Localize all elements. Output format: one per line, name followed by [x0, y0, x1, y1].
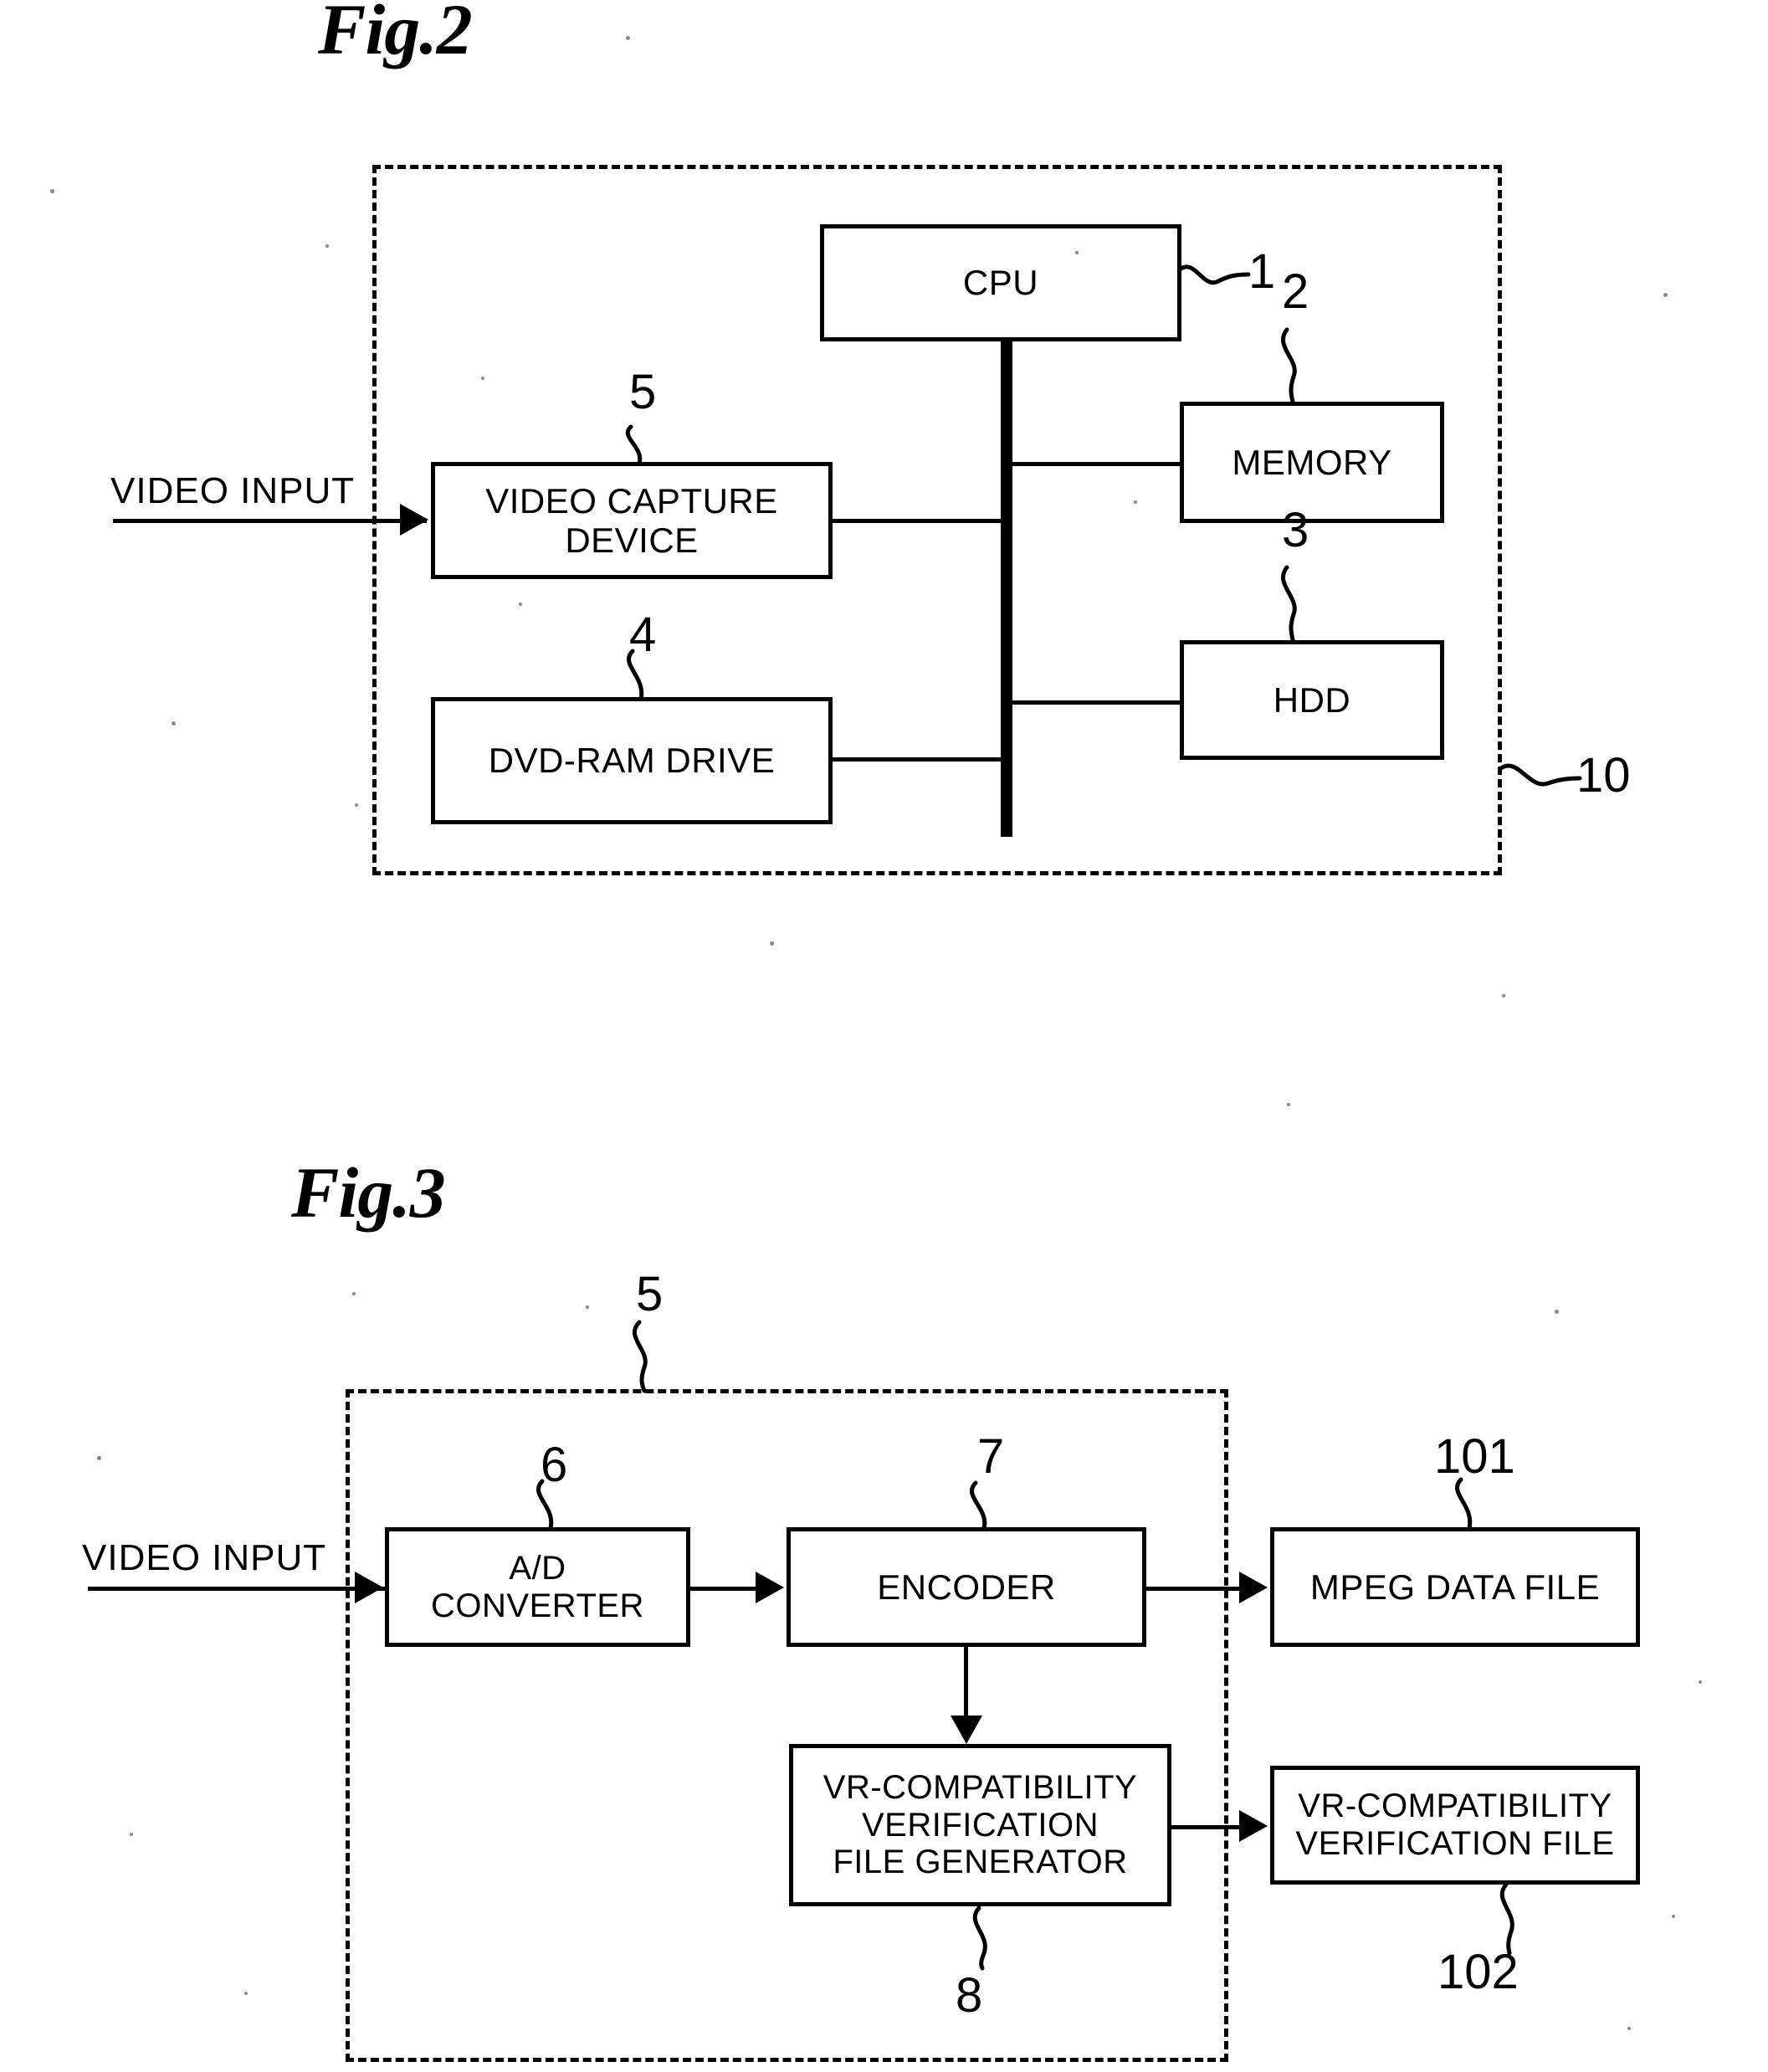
fig2-line-bus-to-memory — [1007, 462, 1183, 466]
fig3-ref-enclosure: 5 — [636, 1267, 664, 1321]
scan-speck — [352, 1292, 356, 1295]
fig2-ref-cpu: 1 — [1248, 244, 1276, 299]
fig3-ref-vr-verification-file: 102 — [1437, 1945, 1519, 1999]
scan-speck — [1287, 1103, 1290, 1106]
fig2-block-dvd-ram-drive: DVD-RAM DRIVE — [431, 697, 833, 824]
scan-speck — [50, 189, 54, 193]
fig3-block-vr-verification-file-generator: VR-COMPATIBILITY VERIFICATION FILE GENER… — [789, 1744, 1171, 1906]
scan-speck — [130, 1833, 133, 1836]
fig3-block-ad-converter: A/D CONVERTER — [385, 1527, 690, 1647]
scan-speck — [1627, 2027, 1631, 2030]
fig3-video-input-arrowhead — [355, 1572, 383, 1603]
scan-speck — [1672, 1915, 1675, 1918]
scan-speck — [97, 1456, 101, 1460]
scan-speck — [355, 803, 358, 807]
fig2-video-input-label: VIDEO INPUT — [110, 470, 356, 511]
fig2-leader-video-capture-device — [625, 424, 643, 466]
patent-drawing-sheet: Fig.2 VIDEO INPUT CPU 1 2 MEMORY 3 HDD 5… — [0, 0, 1768, 2072]
fig3-video-input-label: VIDEO INPUT — [82, 1537, 327, 1578]
fig2-leader-dvd-ram-drive — [627, 649, 644, 702]
fig2-system-bus — [1001, 339, 1012, 837]
fig3-leader-enclosure — [632, 1320, 648, 1393]
fig3-line-encoder-to-vrgen — [964, 1644, 968, 1720]
fig3-line-adc-to-encoder — [688, 1587, 759, 1591]
fig3-leader-encoder — [970, 1480, 987, 1531]
fig3-arrowhead-vrgen-to-vrfile — [1239, 1810, 1268, 1842]
fig3-leader-mpeg-data-file — [1455, 1477, 1473, 1531]
fig2-leader-enclosure — [1499, 763, 1582, 787]
fig3-capture-device-enclosure — [346, 1389, 1228, 2062]
fig2-ref-enclosure: 10 — [1576, 748, 1631, 803]
fig2-block-hdd: HDD — [1180, 640, 1444, 760]
fig2-ref-hdd: 3 — [1282, 503, 1309, 557]
fig3-arrowhead-encoder-to-vrgen — [951, 1716, 982, 1744]
scan-speck — [519, 603, 522, 606]
scan-speck — [586, 1305, 589, 1309]
scan-speck — [325, 244, 329, 248]
fig3-video-input-line — [88, 1587, 385, 1591]
fig3-line-encoder-to-mpeg — [1144, 1587, 1243, 1591]
fig2-line-bus-to-hdd — [1007, 700, 1183, 705]
fig2-line-vcap-to-bus — [831, 519, 1007, 523]
fig3-ref-encoder: 7 — [977, 1429, 1005, 1484]
fig2-line-dvd-to-bus — [831, 757, 1007, 762]
scan-speck — [1555, 1310, 1559, 1314]
fig3-arrowhead-encoder-to-mpeg — [1239, 1572, 1268, 1603]
scan-speck — [481, 377, 484, 380]
fig3-leader-vr-verification-file-generator — [972, 1905, 987, 1971]
scan-speck — [172, 721, 176, 726]
fig3-block-encoder: ENCODER — [787, 1527, 1146, 1647]
fig3-block-vr-verification-file: VR-COMPATIBILITY VERIFICATION FILE — [1270, 1766, 1640, 1885]
fig3-ref-vr-verification-file-generator: 8 — [956, 1968, 983, 2023]
figure-3-title: Fig.3 — [291, 1152, 446, 1233]
scan-speck — [626, 36, 630, 40]
fig2-block-cpu: CPU — [820, 224, 1181, 341]
scan-speck — [1502, 994, 1505, 998]
scan-speck — [1663, 293, 1668, 297]
fig2-block-memory: MEMORY — [1180, 402, 1444, 523]
fig3-block-mpeg-data-file: MPEG DATA FILE — [1270, 1527, 1640, 1647]
scan-speck — [244, 1992, 248, 1995]
fig3-leader-ad-converter — [536, 1479, 554, 1531]
fig2-video-input-arrowhead — [400, 504, 428, 536]
scan-speck — [1134, 500, 1137, 504]
scan-speck — [770, 941, 774, 946]
scan-speck — [1699, 1680, 1702, 1684]
fig2-ref-memory: 2 — [1282, 264, 1309, 319]
fig3-line-vrgen-to-vrfile — [1169, 1825, 1243, 1829]
fig2-leader-memory — [1280, 327, 1297, 408]
fig2-leader-cpu — [1177, 264, 1251, 285]
fig3-arrowhead-adc-to-encoder — [756, 1572, 784, 1603]
fig3-ref-mpeg-data-file: 101 — [1434, 1429, 1515, 1484]
fig2-leader-hdd — [1280, 565, 1297, 645]
scan-speck — [1075, 251, 1079, 254]
fig2-block-video-capture-device: VIDEO CAPTURE DEVICE — [431, 462, 833, 579]
figure-2-title: Fig.2 — [318, 0, 473, 69]
fig2-video-input-line — [113, 519, 427, 523]
fig2-ref-video-capture-device: 5 — [629, 365, 657, 419]
